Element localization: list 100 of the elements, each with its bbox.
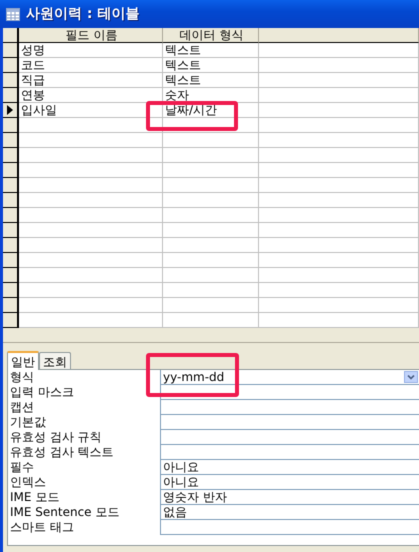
- table-cell[interactable]: [163, 133, 259, 148]
- row-selector[interactable]: [3, 178, 19, 193]
- table-cell[interactable]: 텍스트: [163, 58, 259, 73]
- property-field[interactable]: [160, 415, 419, 430]
- table-cell[interactable]: [19, 163, 163, 178]
- property-label: 형식: [9, 370, 35, 385]
- table-cell[interactable]: [163, 298, 259, 313]
- table-cell[interactable]: [19, 298, 163, 313]
- row-selector[interactable]: [3, 298, 19, 313]
- table-cell[interactable]: [19, 313, 163, 328]
- row-selector[interactable]: [3, 253, 19, 268]
- table-cell[interactable]: [163, 193, 259, 208]
- property-field[interactable]: 없음: [160, 505, 419, 520]
- row-selector[interactable]: [3, 163, 19, 178]
- table-cell[interactable]: 텍스트: [163, 73, 259, 88]
- table-cell[interactable]: 코드: [19, 58, 163, 73]
- column-header[interactable]: [259, 28, 419, 43]
- tab[interactable]: 일반: [7, 351, 39, 370]
- table-cell[interactable]: [259, 178, 419, 193]
- property-label: 인덱스: [9, 475, 47, 490]
- table-cell[interactable]: [19, 208, 163, 223]
- row-selector[interactable]: [3, 238, 19, 253]
- column-header[interactable]: 데이터 형식: [163, 28, 259, 43]
- table-cell[interactable]: [259, 238, 419, 253]
- row-selector[interactable]: [3, 103, 19, 118]
- table-cell[interactable]: [259, 298, 419, 313]
- table-cell[interactable]: [163, 178, 259, 193]
- row-selector[interactable]: [3, 88, 19, 103]
- table-cell[interactable]: 입사일: [19, 103, 163, 118]
- property-label: 스마트 태그: [9, 520, 75, 535]
- table-cell[interactable]: [19, 133, 163, 148]
- table-cell[interactable]: [259, 253, 419, 268]
- table-cell[interactable]: [163, 283, 259, 298]
- property-field[interactable]: [160, 430, 419, 445]
- table-cell[interactable]: [163, 253, 259, 268]
- table-cell[interactable]: 숫자: [163, 88, 259, 103]
- column-header[interactable]: 필드 이름: [19, 28, 163, 43]
- table-cell[interactable]: [259, 73, 419, 88]
- table-cell[interactable]: 텍스트: [163, 43, 259, 58]
- row-selector[interactable]: [3, 283, 19, 298]
- row-selector[interactable]: [3, 133, 19, 148]
- table-cell[interactable]: [259, 43, 419, 58]
- table-cell[interactable]: [163, 148, 259, 163]
- table-cell[interactable]: [259, 313, 419, 328]
- row-selector[interactable]: [3, 268, 19, 283]
- table-cell[interactable]: [19, 283, 163, 298]
- property-field[interactable]: [160, 520, 419, 535]
- tab[interactable]: 조회: [39, 352, 71, 369]
- table-cell[interactable]: 날짜/시간: [163, 103, 259, 118]
- property-label: IME Sentence 모드: [9, 505, 120, 520]
- table-cell[interactable]: 직급: [19, 73, 163, 88]
- table-cell[interactable]: 성명: [19, 43, 163, 58]
- row-selector[interactable]: [3, 43, 19, 58]
- property-field[interactable]: [160, 400, 419, 415]
- property-label: 유효성 검사 규칙: [9, 430, 103, 445]
- table-cell[interactable]: 연봉: [19, 88, 163, 103]
- table-cell[interactable]: [259, 88, 419, 103]
- table-cell[interactable]: [259, 283, 419, 298]
- table-cell[interactable]: [163, 208, 259, 223]
- property-label: 필수: [9, 460, 35, 475]
- property-field[interactable]: [160, 385, 419, 400]
- table-cell[interactable]: [259, 103, 419, 118]
- property-field[interactable]: 아니요: [160, 475, 419, 490]
- row-selector[interactable]: [3, 148, 19, 163]
- column-header[interactable]: [3, 28, 19, 43]
- table-cell[interactable]: [163, 163, 259, 178]
- table-cell[interactable]: [19, 268, 163, 283]
- table-cell[interactable]: [19, 118, 163, 133]
- table-cell[interactable]: [259, 148, 419, 163]
- table-cell[interactable]: [19, 223, 163, 238]
- property-field[interactable]: 아니요: [160, 460, 419, 475]
- property-field[interactable]: 영숫자 반자: [160, 490, 419, 505]
- table-cell[interactable]: [163, 268, 259, 283]
- row-selector[interactable]: [3, 73, 19, 88]
- row-selector[interactable]: [3, 193, 19, 208]
- property-field[interactable]: [160, 445, 419, 460]
- row-selector[interactable]: [3, 223, 19, 238]
- dropdown-field[interactable]: yy-mm-dd: [160, 370, 419, 385]
- table-cell[interactable]: [259, 58, 419, 73]
- table-cell[interactable]: [259, 133, 419, 148]
- row-selector[interactable]: [3, 208, 19, 223]
- table-cell[interactable]: [259, 118, 419, 133]
- row-selector[interactable]: [3, 118, 19, 133]
- table-cell[interactable]: [163, 313, 259, 328]
- table-cell[interactable]: [19, 253, 163, 268]
- row-selector[interactable]: [3, 58, 19, 73]
- table-cell[interactable]: [19, 193, 163, 208]
- table-cell[interactable]: [163, 118, 259, 133]
- table-cell[interactable]: [163, 223, 259, 238]
- table-cell[interactable]: [163, 238, 259, 253]
- property-label: 기본값: [9, 415, 47, 430]
- table-cell[interactable]: [259, 193, 419, 208]
- row-selector[interactable]: [3, 313, 19, 328]
- table-cell[interactable]: [259, 208, 419, 223]
- table-cell[interactable]: [19, 148, 163, 163]
- table-cell[interactable]: [259, 268, 419, 283]
- table-cell[interactable]: [259, 223, 419, 238]
- table-cell[interactable]: [259, 163, 419, 178]
- table-cell[interactable]: [19, 178, 163, 193]
- table-cell[interactable]: [19, 238, 163, 253]
